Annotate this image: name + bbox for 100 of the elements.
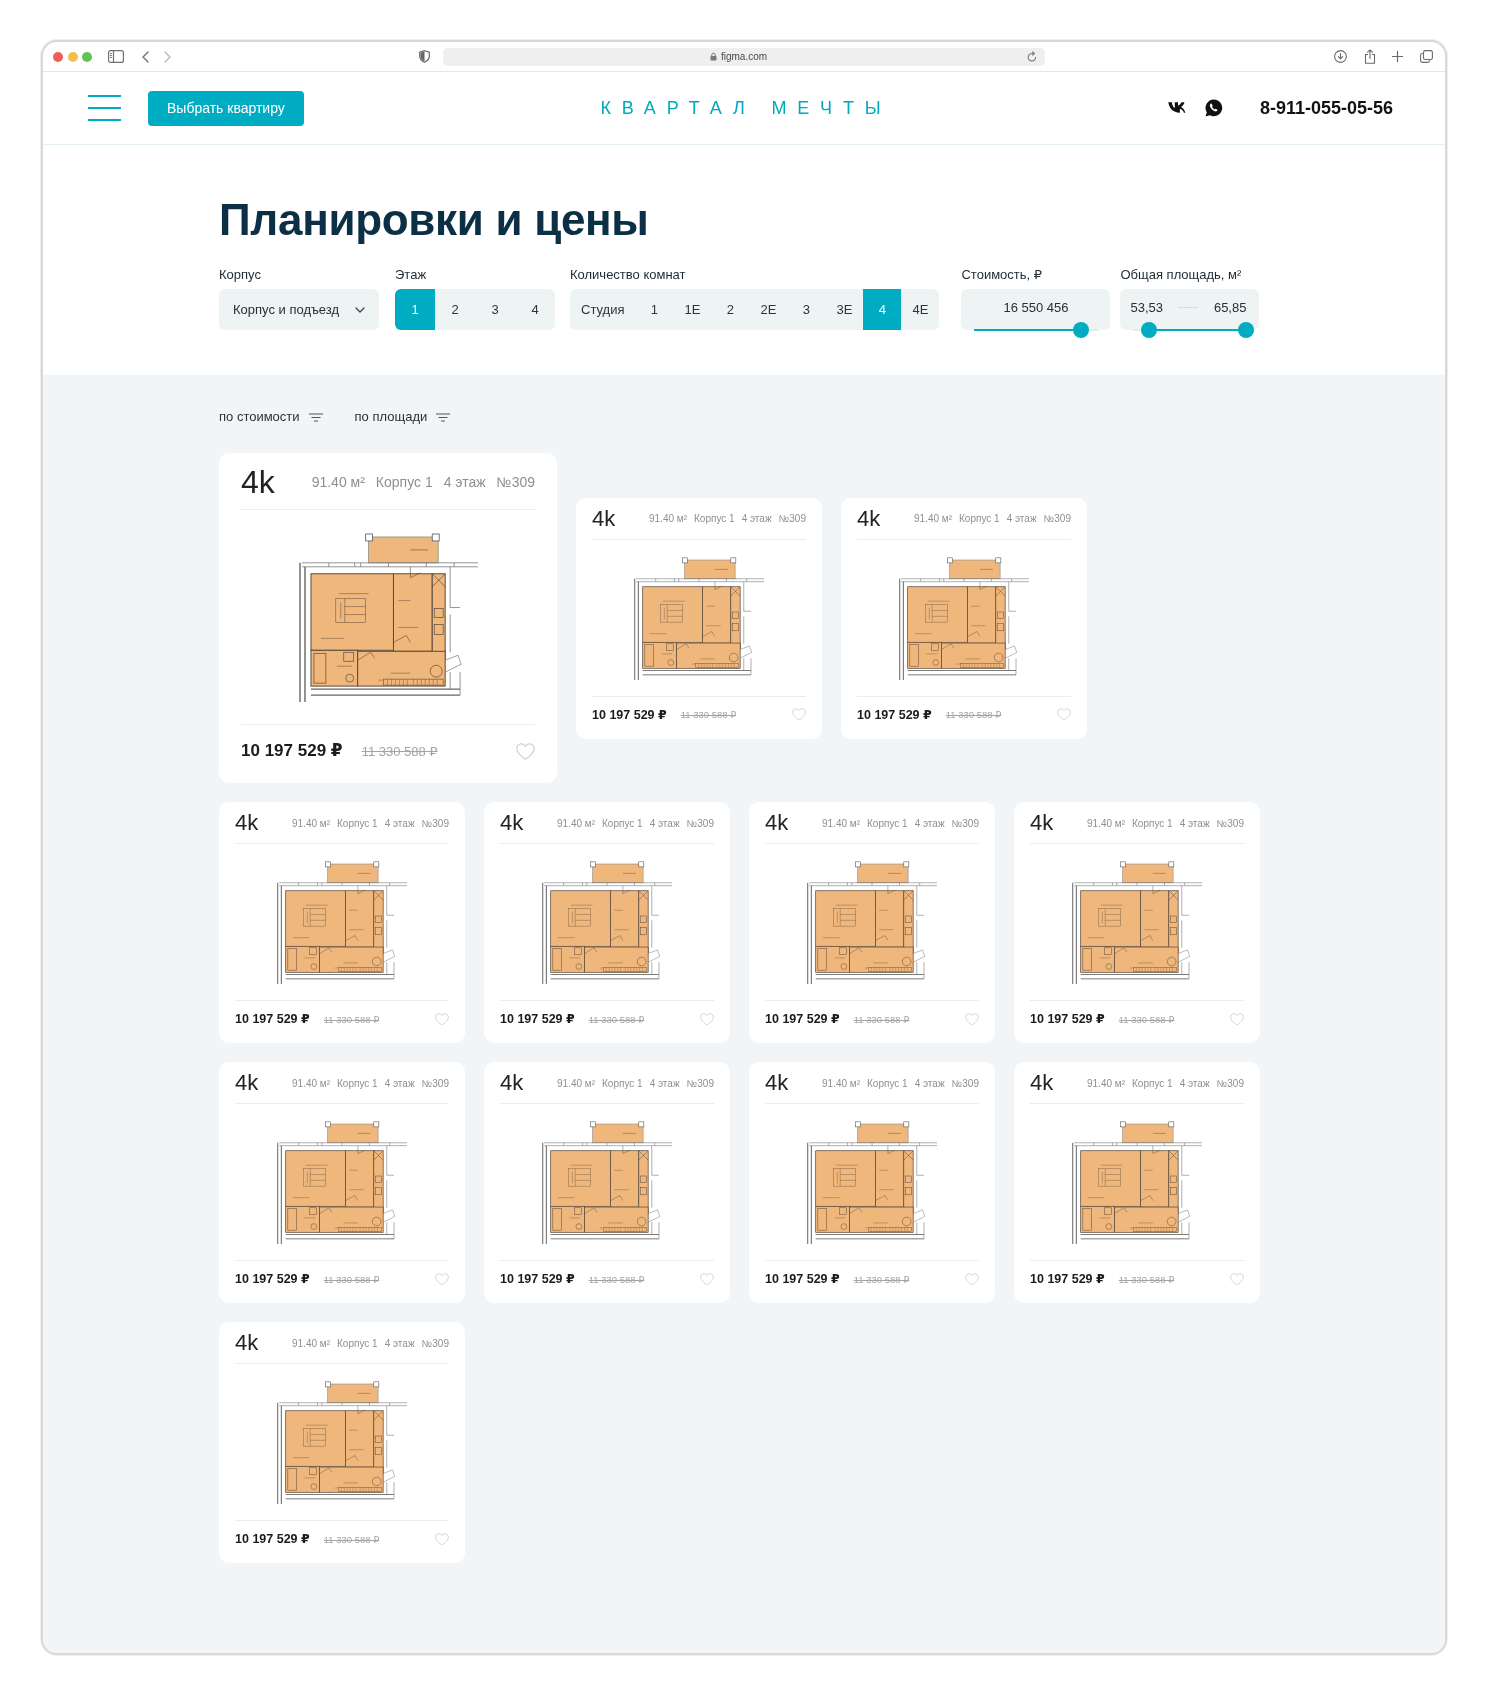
heart-icon[interactable] [516, 742, 535, 760]
apartment-card[interactable]: 4k 91.40 м² Корпус 1 4 этаж №309 10 197 529 ₽ 11 330 588 ₽ [484, 1062, 730, 1303]
apartment-number: №309 [421, 817, 449, 829]
option-tab[interactable]: 2 [711, 289, 750, 330]
option-tab[interactable]: 4Е [901, 289, 940, 330]
apartment-card[interactable]: 4k 91.40 м² Корпус 1 4 этаж №309 10 197 529 ₽ 11 330 588 ₽ [1014, 1062, 1260, 1303]
old-price: 11 330 588 ₽ [588, 1013, 645, 1025]
building-label: Корпус 1 [337, 817, 378, 829]
tabs-icon[interactable] [1420, 50, 1433, 63]
apartment-number: №309 [1216, 817, 1244, 829]
building-label: Корпус 1 [1132, 1077, 1173, 1089]
area-value: 91.40 м² [822, 1077, 861, 1089]
site-logo: КВАРТАЛ МЕЧТЫ [600, 97, 892, 119]
phone-link[interactable]: 8-911-055-05-56 [1259, 97, 1393, 119]
range-min-value: 53,53 [1130, 300, 1163, 315]
option-tab[interactable]: 3 [787, 289, 826, 330]
apartment-number: №309 [1043, 513, 1071, 524]
filter-label: Общая площадь, м² [1120, 267, 1242, 283]
sidebar-icon[interactable] [108, 50, 124, 63]
apartment-card[interactable]: 4k 91.40 м² Корпус 1 4 этаж №309 10 197 529 ₽ 11 330 588 ₽ [576, 497, 822, 739]
address-bar[interactable]: figma.com [442, 47, 1045, 66]
room-type: 4k [857, 507, 881, 530]
room-type: 4k [1030, 812, 1054, 834]
old-price: 11 330 588 ₽ [323, 1013, 380, 1025]
option-tab[interactable]: Студия [570, 289, 636, 330]
lock-icon [709, 52, 717, 61]
building-label: Корпус 1 [867, 1077, 908, 1089]
menu-icon[interactable] [88, 95, 121, 121]
apartment-card[interactable]: 4k 91.40 м² Корпус 1 4 этаж №309 10 197 529 ₽ 11 330 588 ₽ [1014, 802, 1260, 1043]
sort-button[interactable]: по площади [354, 409, 451, 425]
apartment-number: №309 [686, 817, 714, 829]
close-icon[interactable] [53, 51, 63, 62]
floor-label: 4 этаж [1006, 513, 1037, 524]
old-price: 11 330 588 ₽ [588, 1273, 645, 1285]
floor-label: 4 этаж [1179, 1077, 1210, 1089]
area-value: 91.40 м² [557, 1077, 596, 1089]
old-price: 11 330 588 ₽ [680, 709, 737, 720]
price-field[interactable]: 16 550 456 [961, 289, 1111, 330]
download-icon[interactable] [1334, 50, 1347, 63]
option-tab[interactable]: 2Е [749, 289, 788, 330]
apartment-card[interactable]: 4k 91.40 м² Корпус 1 4 этаж №309 10 197 529 ₽ 11 330 588 ₽ [219, 1322, 465, 1563]
old-price: 11 330 588 ₽ [1118, 1273, 1175, 1285]
option-tab[interactable]: 4 [515, 289, 555, 330]
fullscreen-icon[interactable] [82, 51, 92, 62]
range-max-value: 65,85 [1213, 300, 1247, 315]
option-tab[interactable]: 1Е [673, 289, 712, 330]
chevron-left-icon[interactable] [142, 50, 149, 63]
reload-icon[interactable] [1026, 51, 1037, 62]
sort-icon [308, 412, 323, 422]
area-value: 91.40 м² [1087, 817, 1126, 829]
building-label: Корпус 1 [959, 513, 1000, 524]
price: 10 197 529 ₽ [241, 740, 343, 762]
floor-label: 4 этаж [914, 817, 945, 829]
apartment-card[interactable]: 4k 91.40 м² Корпус 1 4 этаж №309 10 197 529 ₽ 11 330 588 ₽ [219, 802, 465, 1043]
chevron-right-icon[interactable] [164, 50, 171, 63]
apartment-card[interactable]: 4k 91.40 м² Корпус 1 4 этаж №309 10 197 529 ₽ 11 330 588 ₽ [219, 453, 557, 783]
apartment-number: №309 [421, 1077, 449, 1089]
area-value: 91.40 м² [822, 817, 861, 829]
shield-icon[interactable] [419, 50, 430, 63]
area-value: 91.40 м² [1087, 1077, 1126, 1089]
share-icon[interactable] [1363, 49, 1376, 64]
option-tab[interactable]: 1 [635, 289, 674, 330]
apartment-card[interactable]: 4k 91.40 м² Корпус 1 4 этаж №309 10 197 529 ₽ 11 330 588 ₽ [484, 802, 730, 1043]
plus-icon[interactable] [1392, 51, 1403, 62]
apartment-card[interactable]: 4k 91.40 м² Корпус 1 4 этаж №309 10 197 529 ₽ 11 330 588 ₽ [749, 802, 995, 1043]
whatsapp-icon[interactable] [1204, 99, 1223, 117]
chevron-down-icon [355, 306, 365, 313]
apartment-number: №309 [496, 474, 535, 490]
building-label: Корпус 1 [337, 1337, 378, 1349]
building-dropdown[interactable]: Корпус и подъезд [219, 289, 379, 330]
apartment-card[interactable]: 4k 91.40 м² Корпус 1 4 этаж №309 10 197 529 ₽ 11 330 588 ₽ [219, 1062, 465, 1303]
building-label: Корпус 1 [375, 474, 433, 490]
sort-button[interactable]: по стоимости [219, 409, 323, 425]
slider-thumb[interactable] [1073, 322, 1090, 338]
filter-label: Стоимость, ₽ [961, 267, 1043, 283]
option-tab[interactable]: 2 [435, 289, 475, 330]
apartment-card[interactable]: 4k 91.40 м² Корпус 1 4 этаж №309 10 197 529 ₽ 11 330 588 ₽ [841, 497, 1087, 739]
filter-label: Корпус [219, 267, 261, 283]
minimize-icon[interactable] [67, 51, 78, 62]
apartment-card[interactable]: 4k 91.40 м² Корпус 1 4 этаж №309 10 197 529 ₽ 11 330 588 ₽ [749, 1062, 995, 1303]
old-price: 11 330 588 ₽ [853, 1013, 910, 1025]
building-label: Корпус 1 [602, 817, 643, 829]
price: 10 197 529 ₽ [500, 1271, 575, 1288]
price: 10 197 529 ₽ [500, 1011, 575, 1028]
option-tab[interactable]: 3Е [825, 289, 864, 330]
segmented-control[interactable]: 1 2 3 4 [395, 289, 555, 330]
option-tab[interactable]: 3 [475, 289, 515, 330]
vk-icon[interactable] [1167, 102, 1188, 114]
range-field[interactable]: 53,53 65,85 [1120, 289, 1260, 330]
old-price: 11 330 588 ₽ [323, 1273, 380, 1285]
floor-label: 4 этаж [384, 817, 415, 829]
segmented-control[interactable]: Студия 1 1Е 2 2Е 3 3Е 4 4Е [570, 289, 940, 330]
slider-thumb[interactable] [1141, 322, 1158, 338]
slider-thumb[interactable] [1238, 322, 1255, 338]
area-value: 91.40 м² [557, 817, 596, 829]
room-type: 4k [241, 467, 275, 497]
area-value: 91.40 м² [649, 513, 688, 524]
room-type: 4k [500, 812, 524, 834]
price: 10 197 529 ₽ [235, 1011, 310, 1028]
apartment-number: №309 [778, 513, 806, 524]
